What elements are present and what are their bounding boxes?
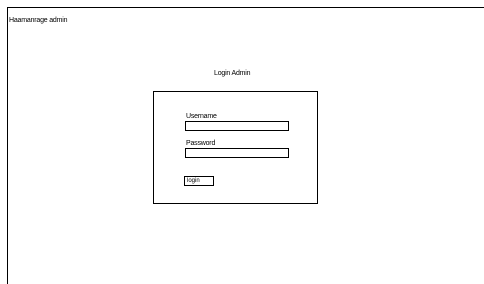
app-title: Haamanrage admin xyxy=(9,17,68,24)
username-label: Username xyxy=(186,113,217,120)
login-heading: Login Admin xyxy=(214,70,251,77)
username-input[interactable] xyxy=(185,121,289,131)
login-form: Username Password login xyxy=(153,91,318,204)
password-label: Password xyxy=(186,140,216,147)
login-button[interactable]: login xyxy=(184,176,214,186)
password-input[interactable] xyxy=(185,148,289,158)
